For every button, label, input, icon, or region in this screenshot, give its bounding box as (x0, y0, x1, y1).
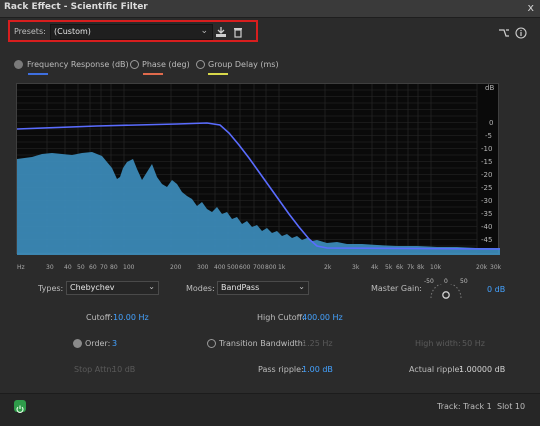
y-tick: -10 (481, 145, 493, 153)
close-icon[interactable]: x (527, 1, 534, 14)
x-tick: 6k (396, 264, 404, 271)
x-tick: 700 (253, 264, 265, 271)
phase-swatch (143, 73, 163, 75)
y-tick: -45 (481, 236, 493, 244)
high-cutoff-value[interactable]: 400.00 Hz (302, 313, 343, 322)
stop-atten-label: Stop Attn: (74, 365, 115, 374)
x-tick: 30 (46, 264, 54, 271)
x-tick: 60 (89, 264, 97, 271)
high-cutoff-label: High Cutoff: (257, 313, 305, 322)
cutoff-label: Cutoff: (86, 313, 113, 322)
modes-value: BandPass (221, 283, 260, 292)
x-tick: 2k (324, 264, 332, 271)
y-tick: -35 (481, 210, 493, 218)
phase-label: Phase (deg) (142, 60, 190, 69)
y-tick: -40 (481, 223, 493, 231)
pass-ripple-value[interactable]: 1.00 dB (302, 365, 333, 374)
x-tick: 500 (227, 264, 239, 271)
window-title: Rack Effect - Scientific Filter (4, 2, 148, 12)
y-tick: -20 (481, 171, 493, 179)
modes-label: Modes: (186, 284, 215, 293)
presets-dropdown[interactable]: (Custom) ⌄ (50, 24, 213, 40)
master-gain-value[interactable]: 0 dB (487, 285, 505, 294)
frequency-response-label: Frequency Response (dB) (27, 60, 129, 69)
delete-preset-icon[interactable] (232, 26, 244, 38)
presets-label: Presets: (14, 27, 46, 36)
x-tick: 40 (64, 264, 72, 271)
x-tick: 1k (278, 264, 286, 271)
actual-ripple-value: 1.00000 dB (459, 365, 506, 374)
info-icon[interactable] (515, 27, 527, 39)
group-delay-radio[interactable] (196, 60, 205, 69)
y-tick: -30 (481, 197, 493, 205)
x-tick: 4k (371, 264, 379, 271)
types-dropdown[interactable]: Chebychev ⌄ (66, 281, 159, 295)
pass-ripple-label: Pass ripple: (258, 365, 304, 374)
x-tick: 50 (77, 264, 85, 271)
slot-info: Slot 10 (497, 402, 526, 411)
frequency-response-radio[interactable] (14, 60, 23, 69)
types-label: Types: (38, 284, 64, 293)
y-tick: -15 (481, 158, 493, 166)
phase-radio[interactable] (130, 60, 139, 69)
save-preset-icon[interactable] (215, 26, 227, 38)
high-width-value: 50 Hz (462, 339, 485, 348)
x-tick: 5k (385, 264, 393, 271)
transition-bandwidth-value: 1.25 Hz (302, 339, 333, 348)
x-tick: 30k (490, 264, 502, 271)
power-icon[interactable] (14, 400, 26, 413)
x-tick: 200 (170, 264, 182, 271)
high-width-label: High width: (415, 339, 461, 348)
presets-bar: Presets: (Custom) ⌄ (8, 20, 258, 42)
power-glyph (16, 405, 24, 413)
cutoff-value[interactable]: 10.00 Hz (113, 313, 149, 322)
routing-icon[interactable] (498, 27, 510, 39)
status-bar: Track: Track 1 Slot 10 (0, 393, 540, 426)
x-tick: 10k (430, 264, 442, 271)
order-label: Order: (85, 339, 111, 348)
x-tick: 7k (407, 264, 415, 271)
track-info: Track: Track 1 (437, 402, 492, 411)
y-tick: 0 (489, 119, 494, 127)
transition-bandwidth-radio[interactable] (207, 339, 216, 348)
x-tick: Hz (17, 264, 25, 271)
y-tick: -25 (481, 184, 493, 192)
modes-dropdown[interactable]: BandPass ⌄ (217, 281, 309, 295)
chevron-down-icon: ⌄ (298, 282, 305, 291)
y-tick: -5 (485, 132, 492, 140)
frequency-response-swatch (28, 73, 48, 75)
chevron-down-icon: ⌄ (148, 282, 155, 291)
x-tick: 20k (476, 264, 488, 271)
frequency-graph[interactable]: dB 0 -5 -10 -15 -20 -25 -30 -35 -40 -45 (16, 83, 500, 255)
presets-value: (Custom) (54, 27, 91, 36)
x-tick: 300 (197, 264, 209, 271)
stop-atten-value: 10 dB (112, 365, 136, 374)
group-delay-label: Group Delay (ms) (208, 60, 279, 69)
graph-canvas (17, 84, 500, 255)
x-tick: 80 (110, 264, 118, 271)
x-tick: 8k (417, 264, 425, 271)
order-value[interactable]: 3 (112, 339, 117, 348)
x-tick: 800 (265, 264, 277, 271)
chevron-down-icon: ⌄ (200, 26, 208, 36)
types-value: Chebychev (70, 283, 115, 292)
group-delay-swatch (208, 73, 228, 75)
x-tick: 70 (100, 264, 108, 271)
actual-ripple-label: Actual ripple: (409, 365, 463, 374)
y-tick: dB (485, 84, 495, 92)
x-tick: 400 (214, 264, 226, 271)
order-radio[interactable] (73, 339, 82, 348)
master-gain-knob[interactable]: -50 0 50 (420, 278, 470, 300)
title-bar: Rack Effect - Scientific Filter x (0, 0, 540, 18)
transition-bandwidth-label: Transition Bandwidth: (219, 339, 306, 348)
x-tick: 3k (352, 264, 360, 271)
x-tick: 600 (239, 264, 251, 271)
x-tick: 100 (123, 264, 135, 271)
gain-knob-arc (430, 284, 462, 299)
master-gain-label: Master Gain: (371, 284, 422, 293)
